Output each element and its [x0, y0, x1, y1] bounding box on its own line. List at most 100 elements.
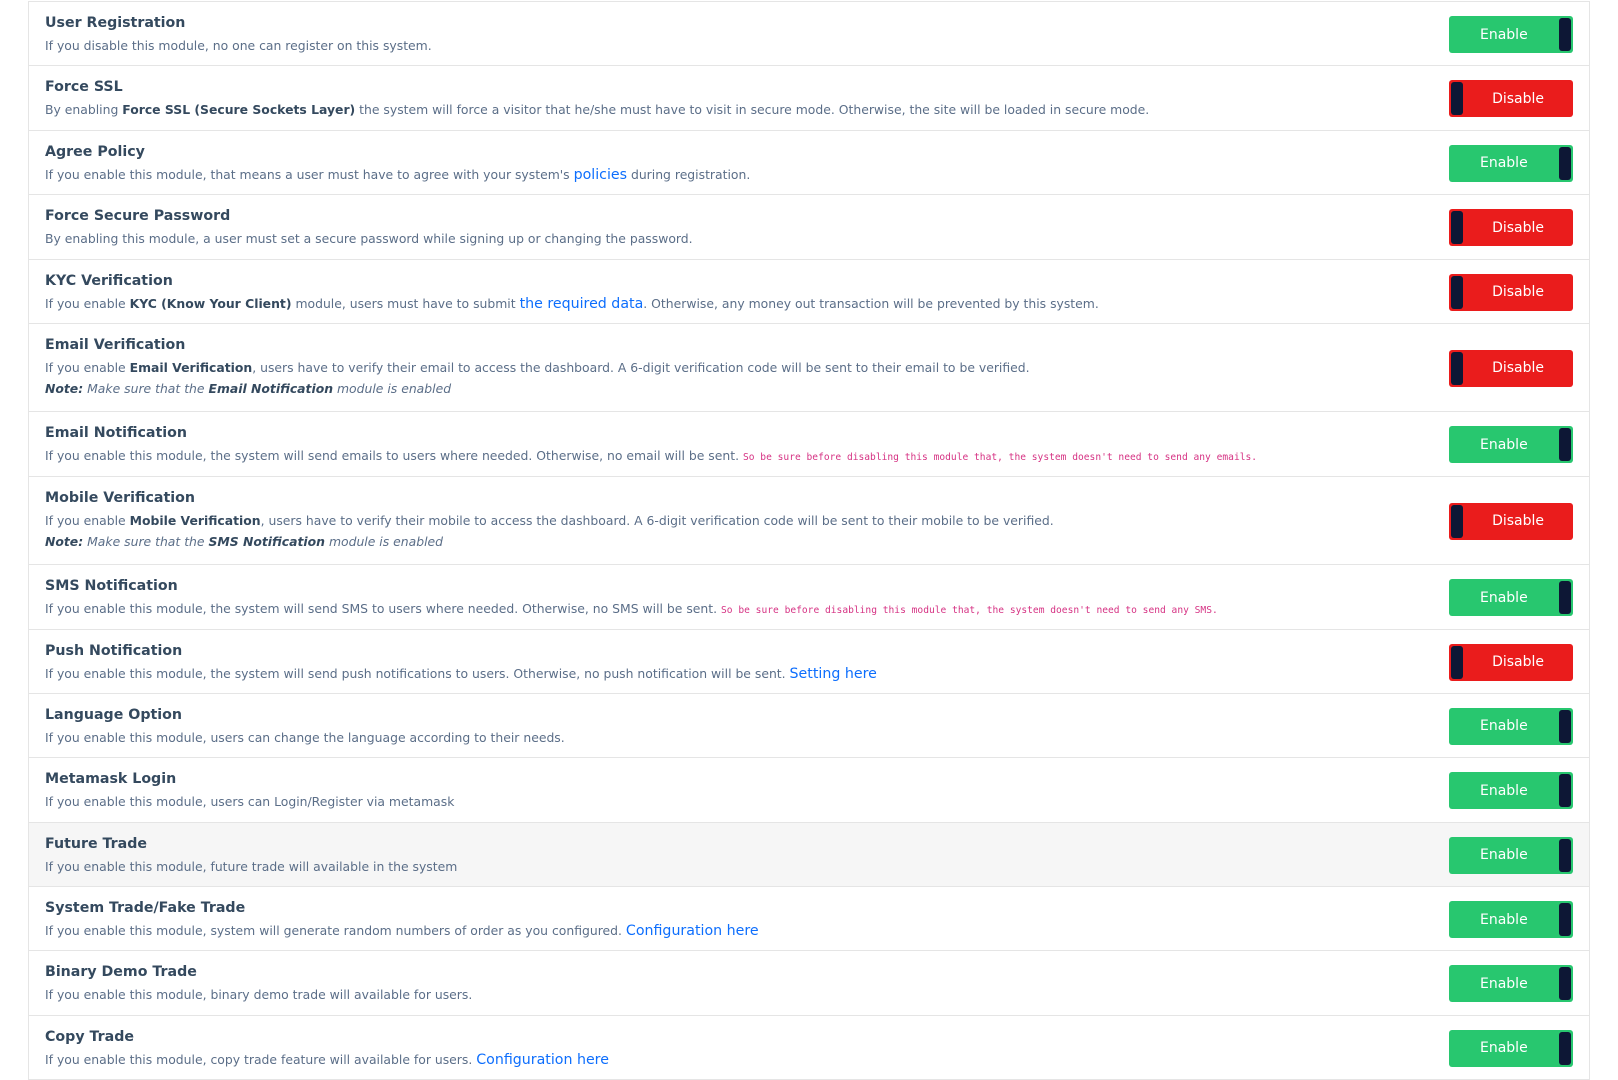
toggle-push-notification[interactable]: Disable — [1449, 643, 1573, 681]
toggle-knob — [1559, 774, 1571, 808]
module-row-force-ssl: Force SSL By enabling Force SSL (Secure S… — [29, 66, 1589, 131]
toggle-binary-demo-trade[interactable]: Enable — [1449, 965, 1573, 1003]
toggle-label: Enable — [1480, 911, 1528, 928]
toggle-knob — [1559, 428, 1571, 462]
note-label: Note: — [45, 380, 84, 396]
module-note: Note: Make sure that the SMS Notificatio… — [45, 531, 1589, 553]
note-emphasis: SMS Notification — [208, 533, 325, 549]
module-description: If you enable this module, that means a … — [45, 165, 1589, 185]
description-text: If you enable this module, the system wi… — [45, 448, 743, 464]
description-text: If you enable this module, users can cha… — [45, 729, 565, 745]
description-text: If you enable this module, the system wi… — [45, 665, 790, 681]
toggle-knob — [1559, 1031, 1571, 1065]
module-description: If you disable this module, no one can r… — [45, 36, 1589, 56]
description-text: If you enable this module, future trade … — [45, 858, 458, 874]
module-title: User Registration — [45, 15, 186, 31]
toggle-label: Disable — [1492, 654, 1544, 671]
module-row-push-notification: Push Notification If you enable this modu… — [29, 630, 1589, 694]
module-row-binary-demo-trade: Binary Demo Trade If you enable this modu… — [29, 951, 1589, 1016]
module-description: If you enable Email Verification, users … — [45, 358, 1589, 378]
module-title: Agree Policy — [45, 143, 145, 160]
module-description: If you enable this module, users can Log… — [45, 792, 1589, 812]
description-link[interactable]: policies — [574, 167, 627, 183]
note-label: Note: — [45, 533, 84, 549]
description-text: the system will force a visitor that he/… — [355, 102, 1150, 118]
toggle-email-verification[interactable]: Disable — [1449, 349, 1573, 387]
description-text: If you enable — [45, 295, 130, 311]
module-description: If you enable this module, the system wi… — [45, 664, 1589, 684]
description-warning-code: So be sure before disabling this module … — [721, 605, 1218, 617]
toggle-sms-notification[interactable]: Enable — [1449, 579, 1573, 617]
description-text: If you enable this module, copy trade fe… — [45, 1051, 477, 1067]
toggle-label: Disable — [1492, 219, 1544, 236]
description-link[interactable]: Configuration here — [626, 923, 759, 939]
toggle-knob — [1451, 351, 1463, 385]
description-text: , users have to verify their email to ac… — [252, 359, 1030, 375]
toggle-kyc-verification[interactable]: Disable — [1449, 273, 1573, 311]
toggle-email-notification[interactable]: Enable — [1449, 426, 1573, 464]
description-emphasis: Email Verification — [129, 359, 253, 375]
description-text: , users have to verify their mobile to a… — [260, 512, 1054, 528]
toggle-copy-trade[interactable]: Enable — [1449, 1029, 1573, 1067]
toggle-label: Enable — [1480, 436, 1528, 453]
note-text: module is enabled — [333, 380, 452, 396]
module-title: KYC Verification — [45, 272, 173, 289]
toggle-label: Enable — [1480, 975, 1528, 992]
toggle-agree-policy[interactable]: Enable — [1449, 144, 1573, 182]
toggle-knob — [1559, 18, 1571, 51]
description-emphasis: Mobile Verification — [129, 512, 261, 528]
toggle-metamask-login[interactable]: Enable — [1449, 772, 1573, 810]
module-title: Email Notification — [45, 425, 187, 442]
description-link[interactable]: Configuration here — [476, 1052, 609, 1068]
toggle-user-registration[interactable]: Enable — [1449, 16, 1573, 53]
toggle-knob — [1559, 581, 1571, 615]
toggle-knob — [1559, 838, 1571, 872]
description-text: If you enable this module, binary demo t… — [45, 987, 473, 1003]
toggle-system-trade-fake-trade[interactable]: Enable — [1449, 901, 1573, 939]
module-row-email-notification: Email Notification If you enable this mod… — [29, 412, 1589, 477]
description-link[interactable]: Setting here — [790, 666, 877, 682]
description-text: module, users must have to submit — [291, 295, 520, 311]
toggle-language-option[interactable]: Enable — [1449, 707, 1573, 745]
module-row-agree-policy: Agree Policy If you enable this module, t… — [29, 131, 1589, 196]
module-description: If you enable this module, the system wi… — [45, 446, 1589, 468]
module-description: If you enable this module, future trade … — [45, 857, 1589, 877]
description-emphasis: Force SSL (Secure Sockets Layer) — [122, 102, 356, 118]
toggle-knob — [1451, 645, 1463, 679]
description-warning-code: So be sure before disabling this module … — [742, 452, 1258, 464]
toggle-force-ssl[interactable]: Disable — [1449, 80, 1573, 118]
module-description: If you enable this module, the system wi… — [45, 599, 1589, 621]
description-text: By enabling — [45, 102, 123, 118]
toggle-knob — [1559, 967, 1571, 1001]
module-row-language-option: Language Option If you enable this module… — [29, 694, 1589, 759]
module-title: Copy Trade — [45, 1028, 134, 1045]
module-row-mobile-verification: Mobile Verification If you enable Mobile … — [29, 477, 1589, 566]
description-text: If you enable — [45, 359, 130, 375]
toggle-future-trade[interactable]: Enable — [1449, 836, 1573, 874]
note-text: Make sure that the — [83, 380, 209, 396]
toggle-label: Enable — [1480, 1040, 1528, 1057]
module-note: Note: Make sure that the Email Notificat… — [45, 378, 1589, 400]
description-text: By enabling this module, a user must set… — [45, 231, 693, 247]
note-text: module is enabled — [325, 533, 444, 549]
note-text: Make sure that the — [83, 533, 209, 549]
module-title: Future Trade — [45, 835, 147, 852]
description-text: during registration. — [627, 166, 751, 182]
toggle-label: Enable — [1480, 782, 1528, 799]
module-description: If you enable this module, system will g… — [45, 921, 1589, 941]
module-row-future-trade: Future Trade If you enable this module, f… — [29, 822, 1589, 888]
module-settings-list: User Registration If you disable this mod… — [28, 1, 1590, 1080]
module-description: By enabling Force SSL (Secure Sockets La… — [45, 100, 1589, 120]
module-row-copy-trade: Copy Trade If you enable this module, cop… — [29, 1016, 1589, 1080]
toggle-knob — [1451, 211, 1463, 245]
toggle-force-secure-password[interactable]: Disable — [1449, 209, 1573, 247]
toggle-label: Disable — [1492, 284, 1544, 301]
toggle-label: Enable — [1480, 847, 1528, 864]
toggle-label: Enable — [1480, 718, 1528, 735]
module-title: Email Verification — [45, 336, 186, 353]
toggle-mobile-verification[interactable]: Disable — [1449, 502, 1573, 540]
module-description: If you enable Mobile Verification, users… — [45, 511, 1589, 531]
module-row-user-registration: User Registration If you disable this mod… — [29, 2, 1589, 67]
toggle-label: Enable — [1480, 26, 1528, 43]
description-link[interactable]: the required data — [520, 296, 644, 312]
